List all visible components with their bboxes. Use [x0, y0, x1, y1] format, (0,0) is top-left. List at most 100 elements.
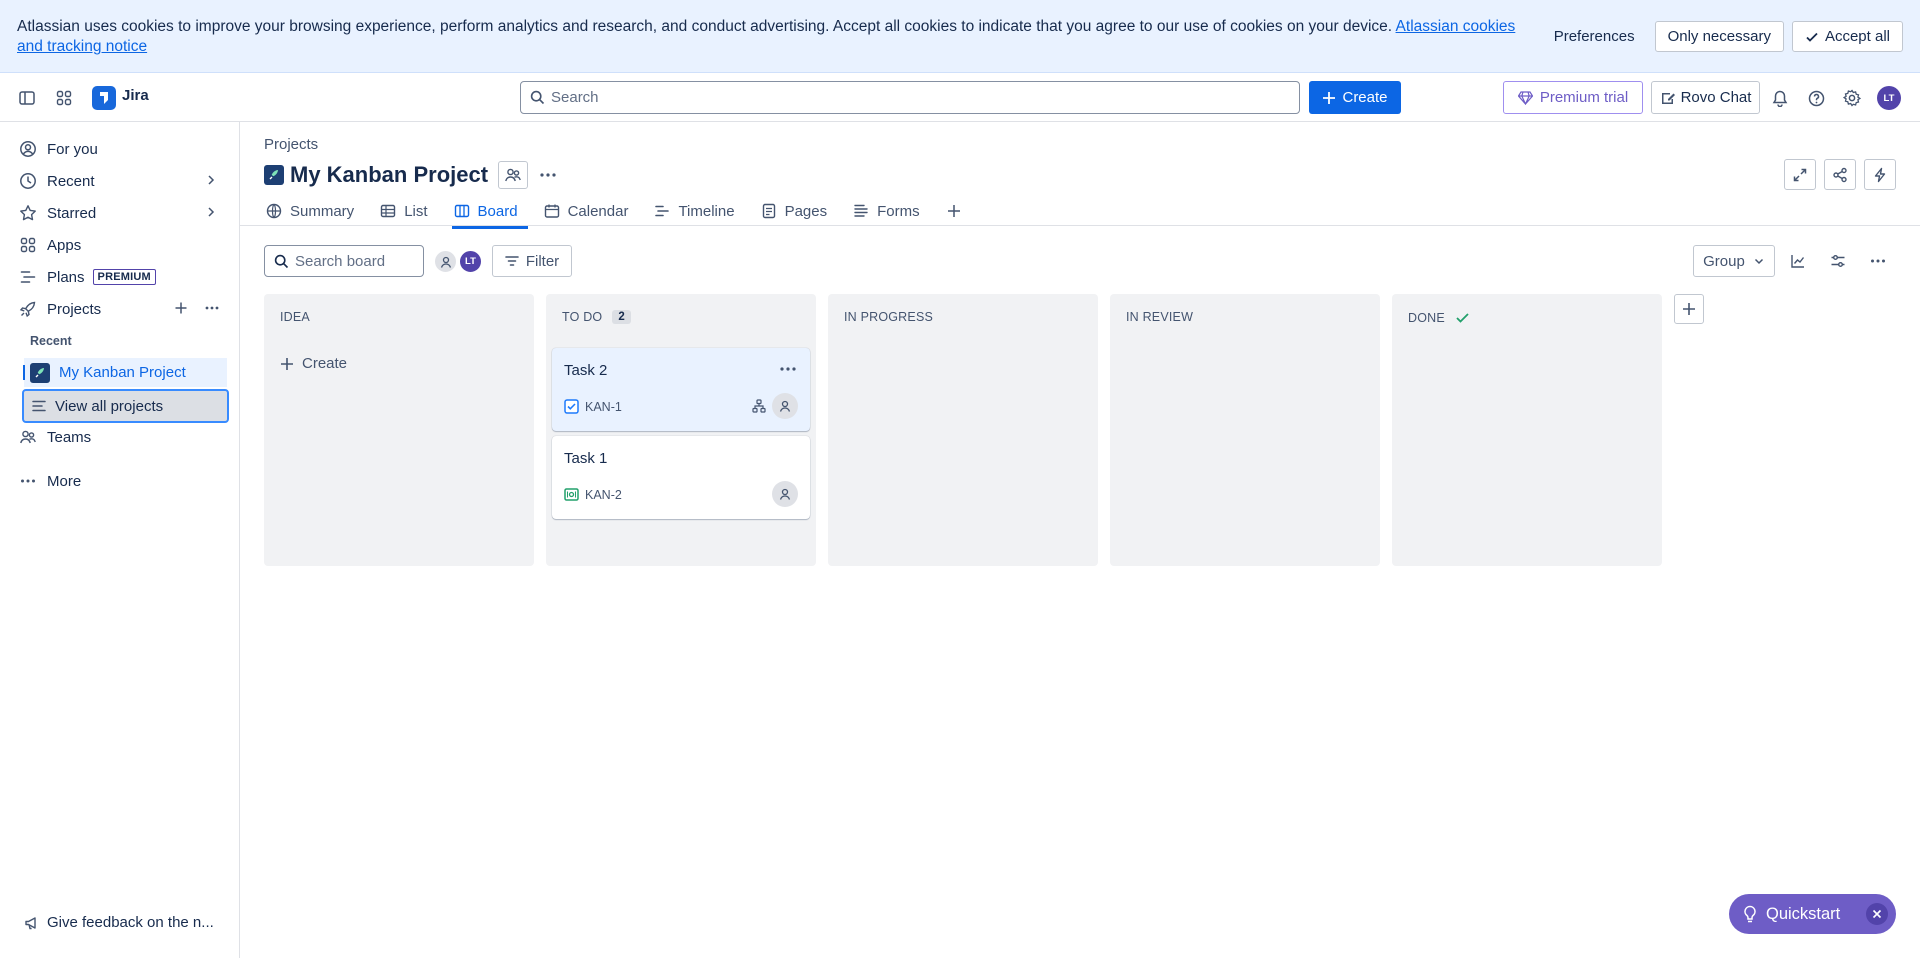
column-title: IN REVIEW — [1126, 310, 1194, 324]
jira-logo-icon[interactable] — [92, 86, 116, 110]
view-settings-icon[interactable] — [1822, 245, 1854, 276]
tab-list[interactable]: List — [378, 196, 439, 226]
sidebar-label: Starred — [47, 204, 97, 222]
sidebar-item-recent[interactable]: Recent — [18, 166, 228, 196]
tab-label: Board — [477, 202, 518, 220]
search-board-input[interactable]: Search board — [264, 245, 424, 277]
sidebar-item-teams[interactable]: Teams — [18, 422, 228, 452]
notifications-bell-icon[interactable] — [1767, 85, 1793, 111]
tab-label: Pages — [784, 202, 828, 220]
chevron-right-icon — [204, 173, 218, 187]
sidebar-item-plans[interactable]: Plans PREMIUM — [18, 262, 228, 292]
sidebar-label: More — [47, 472, 82, 490]
quickstart-label: Quickstart — [1766, 904, 1841, 923]
assignee-avatar[interactable] — [772, 481, 798, 507]
sidebar-item-more[interactable]: More — [18, 466, 228, 496]
premium-badge: PREMIUM — [92, 269, 156, 285]
quickstart-button[interactable]: Quickstart — [1729, 894, 1896, 934]
sidebar-item-apps[interactable]: Apps — [18, 230, 228, 260]
settings-gear-icon[interactable] — [1839, 85, 1865, 111]
tab-forms[interactable]: Forms — [851, 196, 932, 226]
star-icon — [18, 203, 38, 223]
user-initials: LT — [1877, 86, 1901, 110]
issue-key-label: KAN-1 — [585, 399, 622, 414]
unassigned-avatar[interactable] — [433, 249, 458, 274]
preferences-button[interactable]: Preferences — [1542, 21, 1647, 52]
global-search-input[interactable]: Search — [520, 81, 1300, 114]
issue-card[interactable]: Task 1 KAN-2 — [552, 436, 810, 519]
user-avatar[interactable]: LT — [1876, 85, 1902, 111]
view-all-projects-button[interactable]: View all projects — [22, 389, 229, 423]
board-icon — [454, 203, 470, 219]
issue-key: KAN-2 — [564, 487, 622, 502]
column-to-do: TO DO 2 Task 2 KAN-1 Task 1 KAN-2 — [546, 294, 816, 566]
share-button[interactable] — [1824, 159, 1856, 190]
add-tab-plus-icon[interactable] — [944, 196, 974, 226]
sidebar-item-projects[interactable]: Projects — [18, 294, 228, 324]
chat-edit-icon — [1660, 90, 1676, 106]
rovo-chat-label: Rovo Chat — [1680, 89, 1752, 106]
plans-icon — [18, 267, 38, 287]
rovo-chat-button[interactable]: Rovo Chat — [1651, 81, 1760, 114]
only-necessary-button[interactable]: Only necessary — [1654, 21, 1784, 52]
assignee-filter: LT — [433, 249, 483, 274]
sidebar-item-for-you[interactable]: For you — [18, 134, 228, 164]
fullscreen-button[interactable] — [1784, 159, 1816, 190]
breadcrumb[interactable]: Projects — [264, 136, 318, 153]
help-icon[interactable] — [1803, 85, 1829, 111]
close-icon[interactable] — [1866, 903, 1888, 925]
project-name: My Kanban Project — [59, 364, 186, 381]
insights-chart-icon[interactable] — [1782, 245, 1814, 276]
assignee-avatar[interactable] — [772, 393, 798, 419]
group-dropdown[interactable]: Group — [1693, 245, 1775, 277]
column-title: IDEA — [280, 310, 310, 324]
column-done: DONE — [1392, 294, 1662, 566]
create-issue-button[interactable]: Create — [280, 355, 347, 372]
team-button[interactable] — [498, 161, 529, 189]
tab-pages[interactable]: Pages — [759, 196, 840, 226]
search-icon — [530, 90, 545, 105]
filter-button[interactable]: Filter — [492, 245, 572, 277]
project-more-icon[interactable] — [538, 168, 558, 182]
accept-all-button[interactable]: Accept all — [1791, 21, 1903, 52]
projects-more-icon[interactable] — [204, 301, 220, 315]
tab-timeline[interactable]: Timeline — [652, 196, 746, 226]
tab-summary[interactable]: Summary — [264, 196, 366, 226]
group-label: Group — [1703, 252, 1745, 270]
automation-button[interactable] — [1864, 159, 1896, 190]
page-icon — [761, 203, 777, 219]
tabs-divider — [240, 225, 1920, 226]
column-header: DONE — [1408, 310, 1470, 325]
tab-label: List — [404, 202, 428, 220]
user-filter-avatar[interactable]: LT — [458, 249, 483, 274]
issue-card[interactable]: Task 2 KAN-1 — [552, 348, 810, 431]
give-feedback-button[interactable]: Give feedback on the n... — [24, 914, 214, 931]
tab-calendar[interactable]: Calendar — [542, 196, 641, 226]
create-button[interactable]: Create — [1309, 81, 1401, 114]
premium-trial-button[interactable]: Premium trial — [1503, 81, 1643, 114]
card-more-icon[interactable] — [778, 362, 798, 376]
sidebar-label: For you — [47, 140, 98, 158]
column-header: TO DO 2 — [562, 310, 631, 324]
app-switcher-icon[interactable] — [51, 85, 77, 111]
search-board-placeholder: Search board — [295, 252, 386, 270]
check-icon — [1805, 30, 1819, 44]
sidebar-item-my-kanban-project[interactable]: My Kanban Project — [23, 358, 227, 387]
create-label: Create — [302, 355, 348, 372]
more-dots-icon — [18, 471, 38, 491]
card-title: Task 2 — [564, 362, 608, 379]
sidebar-toggle-icon[interactable] — [14, 85, 40, 111]
user-circle-icon — [18, 139, 38, 159]
column-header: IDEA — [280, 310, 310, 324]
create-label: Create — [1342, 89, 1388, 106]
add-column-plus-icon[interactable] — [1674, 294, 1704, 324]
filter-icon — [505, 254, 519, 268]
cookie-text: Atlassian uses cookies to improve your b… — [17, 18, 1393, 35]
people-icon — [18, 427, 38, 447]
add-project-plus-icon[interactable] — [174, 301, 188, 315]
tab-board[interactable]: Board — [451, 196, 530, 229]
app-name[interactable]: Jira — [122, 87, 149, 104]
sidebar-item-starred[interactable]: Starred — [18, 198, 228, 228]
board-more-icon[interactable] — [1862, 245, 1894, 276]
column-header: IN PROGRESS — [844, 310, 933, 324]
